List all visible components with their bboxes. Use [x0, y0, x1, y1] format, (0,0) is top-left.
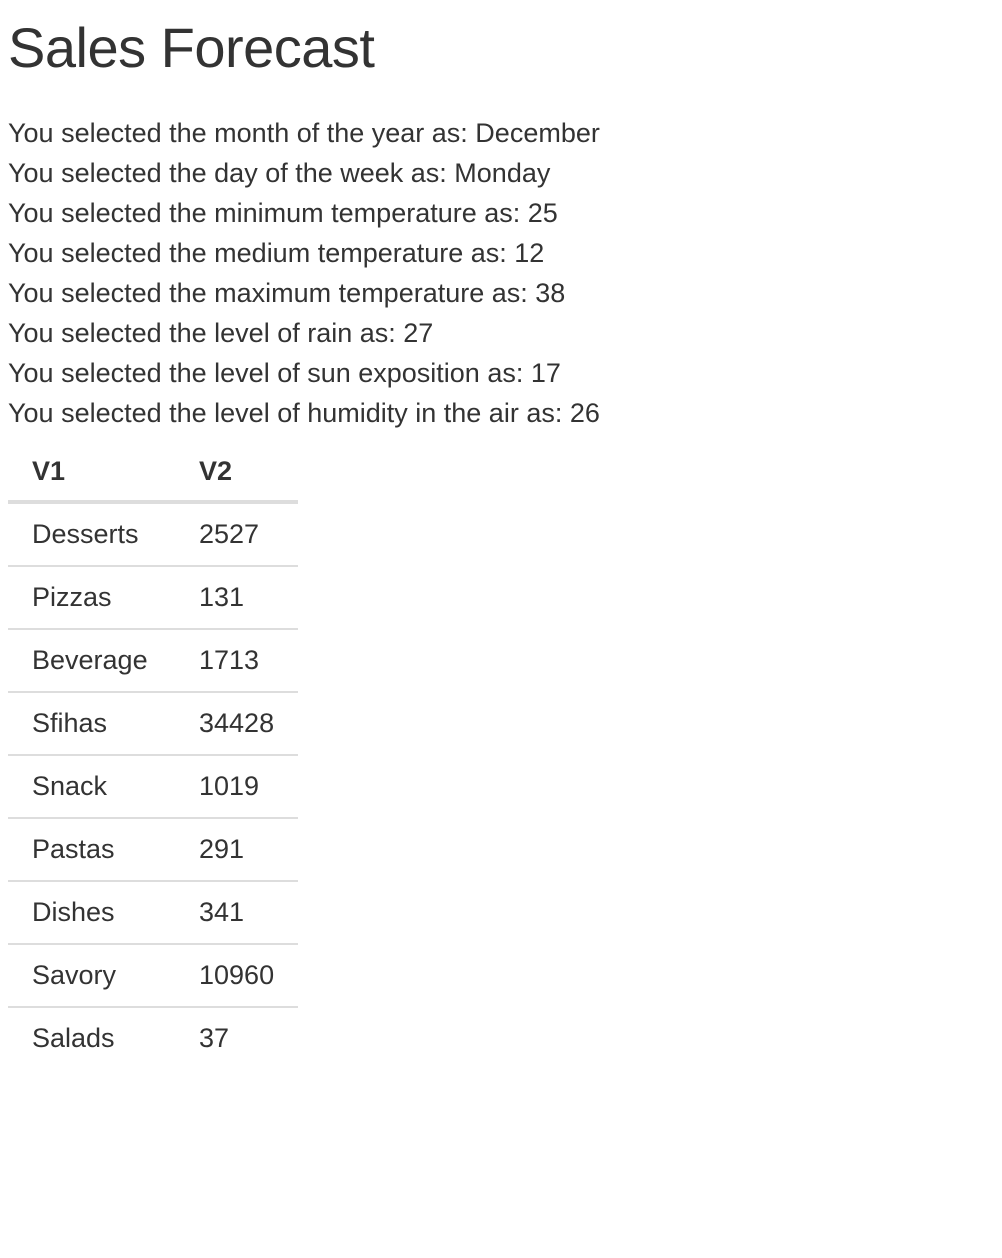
- table-cell-category: Desserts: [32, 519, 139, 549]
- selection-medium-temperature: You selected the medium temperature as: …: [8, 238, 545, 268]
- table-row: Pizzas 131: [8, 565, 299, 629]
- table-cell-category: Sfihas: [8, 691, 175, 755]
- table-cell-category: Savory: [8, 943, 175, 1007]
- table-row: Savory 10960: [8, 943, 299, 1007]
- table-row: Pastas 291: [8, 817, 299, 881]
- table-cell-value: 1713: [175, 628, 299, 692]
- selection-min-temperature: You selected the minimum temperature as:…: [8, 198, 558, 228]
- table-cell-category: Dishes: [8, 880, 175, 944]
- selection-month: You selected the month of the year as: D…: [8, 118, 600, 148]
- selection-sun-exposition: You selected the level of sun exposition…: [8, 358, 561, 388]
- table-row: Desserts 2527: [8, 502, 298, 566]
- table-cell-category: Snack: [8, 754, 175, 818]
- selection-day-of-week: You selected the day of the week as: Mon…: [8, 158, 551, 188]
- table-row: Dishes 341: [8, 880, 299, 944]
- selection-rain-level: You selected the level of rain as: 27: [8, 318, 434, 348]
- table-cell-category: Beverage: [8, 628, 175, 692]
- table-cell-category: Pizzas: [8, 565, 175, 629]
- forecast-table: V1 V2 Desserts 2527 Pizzas 131 Beverage …: [8, 442, 299, 1069]
- table-row: Sfihas 34428: [8, 691, 299, 755]
- page-title: Sales Forecast: [8, 16, 375, 79]
- table-row: Beverage 1713: [8, 628, 299, 692]
- selection-max-temperature: You selected the maximum temperature as:…: [8, 278, 566, 308]
- selection-summary: You selected the month of the year as: D…: [8, 113, 1002, 433]
- table-cell-category: Pastas: [8, 817, 175, 881]
- table-cell-value: 37: [175, 1006, 299, 1069]
- selection-humidity: You selected the level of humidity in th…: [8, 398, 600, 428]
- table-cell-value: 291: [175, 817, 299, 881]
- table-header-row: V1 V2: [8, 442, 299, 504]
- table-row: Salads 37: [8, 1006, 299, 1069]
- table-cell-category: Salads: [8, 1006, 175, 1069]
- table-cell-value: 34428: [175, 691, 299, 755]
- table-cell-value: 1019: [175, 754, 299, 818]
- table-cell-value: 131: [175, 565, 299, 629]
- column-header-v2: V2: [175, 442, 299, 504]
- table-cell-value: 10960: [175, 943, 299, 1007]
- table-cell-value: 341: [175, 880, 299, 944]
- column-header-v1: V1: [8, 442, 175, 504]
- page-content: Sales Forecast You selected the month of…: [8, 0, 1002, 1069]
- table-cell-value: 2527: [199, 519, 260, 549]
- table-row: Snack 1019: [8, 754, 299, 818]
